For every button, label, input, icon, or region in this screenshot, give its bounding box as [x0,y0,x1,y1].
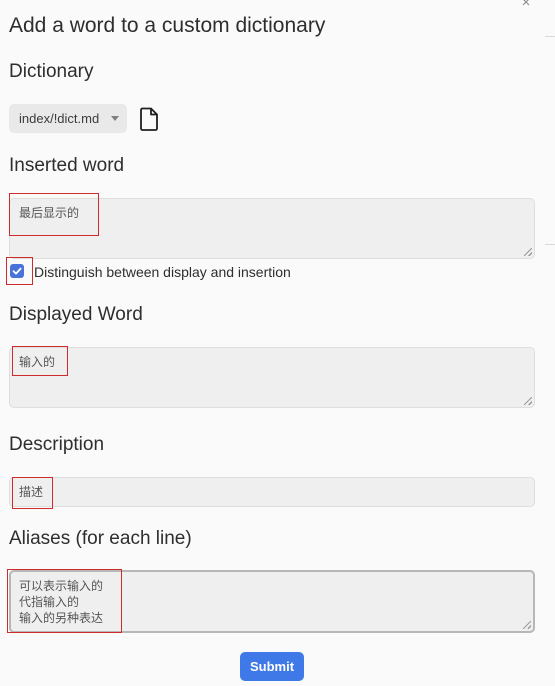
inserted-word-value: 最后显示的 [19,206,80,220]
alias-line: 可以表示输入的 [19,579,104,593]
inserted-word-label: Inserted word [9,155,125,176]
displayed-word-label: Displayed Word [9,304,143,325]
dictionary-select-value: index/!dict.md [19,111,100,126]
description-input[interactable]: 描述 [9,477,535,507]
edge-divider [545,244,555,245]
alias-line: 输入的另种表达 [19,611,104,625]
aliases-label: Aliases (for each line) [9,528,192,549]
resize-handle-icon[interactable] [523,621,531,629]
inserted-word-textarea[interactable]: 最后显示的 [9,198,535,259]
file-icon[interactable] [138,107,160,131]
distinguish-label[interactable]: Distinguish between display and insertio… [34,264,291,280]
description-label: Description [9,434,105,455]
chevron-down-icon [111,116,119,121]
dialog-title: Add a word to a custom dictionary [9,14,326,37]
close-icon[interactable]: × [518,0,534,10]
aliases-textarea[interactable]: 可以表示输入的 代指输入的 输入的另种表达 [9,570,535,633]
resize-handle-icon[interactable] [524,397,532,405]
submit-button[interactable]: Submit [240,652,304,681]
checkmark-icon [12,267,22,275]
displayed-word-value: 输入的 [19,355,56,369]
alias-line: 代指输入的 [19,595,80,609]
dictionary-label: Dictionary [9,61,94,82]
distinguish-checkbox[interactable] [10,264,24,278]
dictionary-select[interactable]: index/!dict.md [9,104,127,133]
resize-handle-icon[interactable] [524,248,532,256]
add-word-dialog: × Add a word to a custom dictionary Dict… [0,0,555,686]
displayed-word-textarea[interactable]: 输入的 [9,347,535,408]
edge-divider [545,36,555,37]
description-value: 描述 [19,485,44,499]
